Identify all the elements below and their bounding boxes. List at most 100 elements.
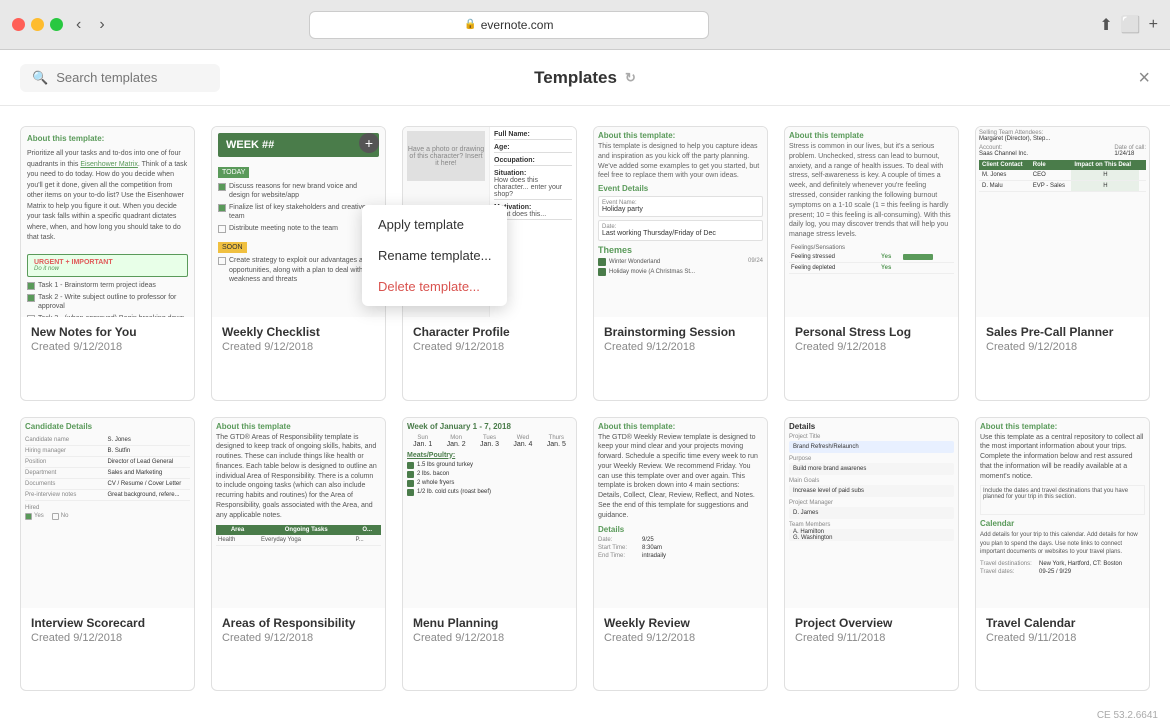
search-box[interactable]: 🔍 xyxy=(20,64,220,92)
project-content: Details Project Title Brand Refresh/Rela… xyxy=(785,418,958,548)
template-info-character-profile: Character Profile Created 9/12/2018 xyxy=(403,317,576,361)
template-card-menu[interactable]: Week of January 1 - 7, 2018 SunJan. 1 Mo… xyxy=(402,417,577,692)
template-thumbnail-interview: Candidate Details Candidate nameS. Jones… xyxy=(21,418,194,608)
card-menu-button[interactable]: + xyxy=(359,133,379,153)
project-goals-section: Main Goals Increase level of paid subs xyxy=(789,478,954,497)
template-date-menu: Created 9/12/2018 xyxy=(413,632,566,644)
travel-dates-row: Travel dates: 09-25 / 9/29 xyxy=(980,569,1145,575)
traffic-light-red[interactable] xyxy=(12,18,25,31)
template-name-character-profile: Character Profile xyxy=(413,325,566,339)
template-thumbnail-project: Details Project Title Brand Refresh/Rela… xyxy=(785,418,958,608)
context-menu-rename[interactable]: Rename template... xyxy=(362,240,507,271)
wc-item1: Discuss reasons for new brand voice and … xyxy=(218,182,379,200)
char-field-situation: Situation: How does this character... en… xyxy=(494,170,572,200)
template-thumbnail-new-notes: About this template: Prioritize all your… xyxy=(21,127,194,317)
interview-content: Candidate Details Candidate nameS. Jones… xyxy=(21,418,194,524)
template-card-new-notes[interactable]: About this template: Prioritize all your… xyxy=(20,126,195,401)
wr-details-title: Details xyxy=(598,525,763,534)
char-photo: Have a photo or drawing of this characte… xyxy=(407,131,485,181)
template-name-weekly-checklist: Weekly Checklist xyxy=(222,325,375,339)
template-card-weekly-review[interactable]: About this template: The GTD® Weekly Rev… xyxy=(593,417,768,692)
template-name-project: Project Overview xyxy=(795,616,948,630)
search-icon: 🔍 xyxy=(32,70,48,86)
title-text: Templates xyxy=(534,68,617,88)
menu-content: Week of January 1 - 7, 2018 SunJan. 1 Mo… xyxy=(403,418,576,502)
traffic-light-green[interactable] xyxy=(50,18,63,31)
travel-calendar-label: Calendar xyxy=(980,519,1145,528)
template-card-interview[interactable]: Candidate Details Candidate nameS. Jones… xyxy=(20,417,195,692)
new-tab-button[interactable]: + xyxy=(1149,15,1158,35)
template-date-weekly-review: Created 9/12/2018 xyxy=(604,632,757,644)
template-thumbnail-areas: About this template The GTD® Areas of Re… xyxy=(212,418,385,608)
template-card-sales[interactable]: Selling Team Attendees: Margaret (Direct… xyxy=(975,126,1150,401)
address-bar: 🔒 evernote.com xyxy=(309,11,709,39)
brainstorm-content: About this template: This template is de… xyxy=(594,127,767,282)
template-date-new-notes: Created 9/12/2018 xyxy=(31,341,184,353)
template-card-brainstorming[interactable]: About this template: This template is de… xyxy=(593,126,768,401)
travel-content: About this template: Use this template a… xyxy=(976,418,1149,581)
menu-item1: 1.5 lbs ground turkey xyxy=(407,462,572,469)
sales-content: Selling Team Attendees: Margaret (Direct… xyxy=(976,127,1149,195)
wr-start-row: Start Time: 8:30am xyxy=(598,545,763,551)
template-card-weekly-checklist[interactable]: WEEK ## TODAY Discuss reasons for new br… xyxy=(211,126,386,401)
project-purpose-section: Purpose Build more brand awarenes xyxy=(789,456,954,475)
template-info-brainstorming: Brainstorming Session Created 9/12/2018 xyxy=(594,317,767,361)
template-name-interview: Interview Scorecard xyxy=(31,616,184,630)
template-thumbnail-weekly-checklist: WEEK ## TODAY Discuss reasons for new br… xyxy=(212,127,385,317)
close-button[interactable]: × xyxy=(1138,68,1150,88)
menu-item2: 2 lbs. bacon xyxy=(407,471,572,478)
new-notes-item1: Task 1 - Brainstorm term project ideas xyxy=(27,281,188,290)
traffic-lights xyxy=(12,18,63,31)
context-menu-delete[interactable]: Delete template... xyxy=(362,271,507,302)
template-date-stress-log: Created 9/12/2018 xyxy=(795,341,948,353)
traffic-light-yellow[interactable] xyxy=(31,18,44,31)
meats-section: Meats/Poultry: xyxy=(407,452,572,459)
areas-content: About this template The GTD® Areas of Re… xyxy=(212,418,385,550)
template-card-travel[interactable]: About this template: Use this template a… xyxy=(975,417,1150,692)
template-date-brainstorming: Created 9/12/2018 xyxy=(604,341,757,353)
event-date-row: Date: Last working Thursday/Friday of De… xyxy=(598,220,763,241)
template-name-stress-log: Personal Stress Log xyxy=(795,325,948,339)
new-notes-about-label: About this template: xyxy=(27,133,188,145)
menu-week-title: Week of January 1 - 7, 2018 xyxy=(407,422,572,431)
project-details-label: Details xyxy=(789,422,954,431)
share-button[interactable]: ⬆ xyxy=(1099,15,1112,35)
interview-header: Candidate Details xyxy=(25,422,190,431)
template-name-new-notes: New Notes for You xyxy=(31,325,184,339)
app-footer: CE 53.2.6641 xyxy=(1085,706,1170,725)
new-notes-item3: Task 3 - (when approved) Begin breaking … xyxy=(27,314,188,317)
template-info-menu: Menu Planning Created 9/12/2018 xyxy=(403,608,576,652)
event-name-row: Event Name: Holiday party xyxy=(598,196,763,217)
template-date-travel: Created 9/11/2018 xyxy=(986,632,1139,644)
weekly-review-content: About this template: The GTD® Weekly Rev… xyxy=(594,418,767,565)
window-button[interactable]: ⬜ xyxy=(1121,15,1141,35)
browser-toolbar-right: ⬆ ⬜ + xyxy=(1099,15,1158,35)
template-name-areas: Areas of Responsibility xyxy=(222,616,375,630)
project-members-section: Team Members A. HamiltonG. Washington xyxy=(789,522,954,541)
menu-item4: 1/2 lb. cold cuts (roast beef) xyxy=(407,489,572,496)
template-date-sales: Created 9/12/2018 xyxy=(986,341,1139,353)
template-info-weekly-checklist: Weekly Checklist Created 9/12/2018 xyxy=(212,317,385,361)
back-button[interactable]: ‹ xyxy=(71,14,86,36)
sales-table: Client Contact Role Impact on This Deal … xyxy=(979,160,1146,192)
refresh-icon[interactable]: ↻ xyxy=(625,70,636,86)
template-info-interview: Interview Scorecard Created 9/12/2018 xyxy=(21,608,194,652)
char-field-name: Full Name: xyxy=(494,131,572,140)
wc-item3: Distribute meeting note to the team xyxy=(218,224,379,233)
template-info-stress-log: Personal Stress Log Created 9/12/2018 xyxy=(785,317,958,361)
theme-bar-holiday: Holiday movie (A Christmas St... xyxy=(598,268,763,276)
forward-button[interactable]: › xyxy=(94,14,109,36)
char-field-age: Age: xyxy=(494,144,572,153)
template-card-stress-log[interactable]: About this template Stress is common in … xyxy=(784,126,959,401)
hired-section: Hired Yes No xyxy=(25,505,190,520)
search-input[interactable] xyxy=(56,70,196,85)
wr-end-row: End Time: intradaily xyxy=(598,553,763,559)
template-card-project[interactable]: Details Project Title Brand Refresh/Rela… xyxy=(784,417,959,692)
url-text: evernote.com xyxy=(481,18,554,32)
template-card-areas[interactable]: About this template The GTD® Areas of Re… xyxy=(211,417,386,692)
template-name-weekly-review: Weekly Review xyxy=(604,616,757,630)
context-menu-apply[interactable]: Apply template xyxy=(362,209,507,240)
feelings-table: Feelings/Sensations Feeling stressed Yes… xyxy=(789,244,954,274)
template-info-travel: Travel Calendar Created 9/11/2018 xyxy=(976,608,1149,652)
today-badge: TODAY xyxy=(218,167,249,178)
